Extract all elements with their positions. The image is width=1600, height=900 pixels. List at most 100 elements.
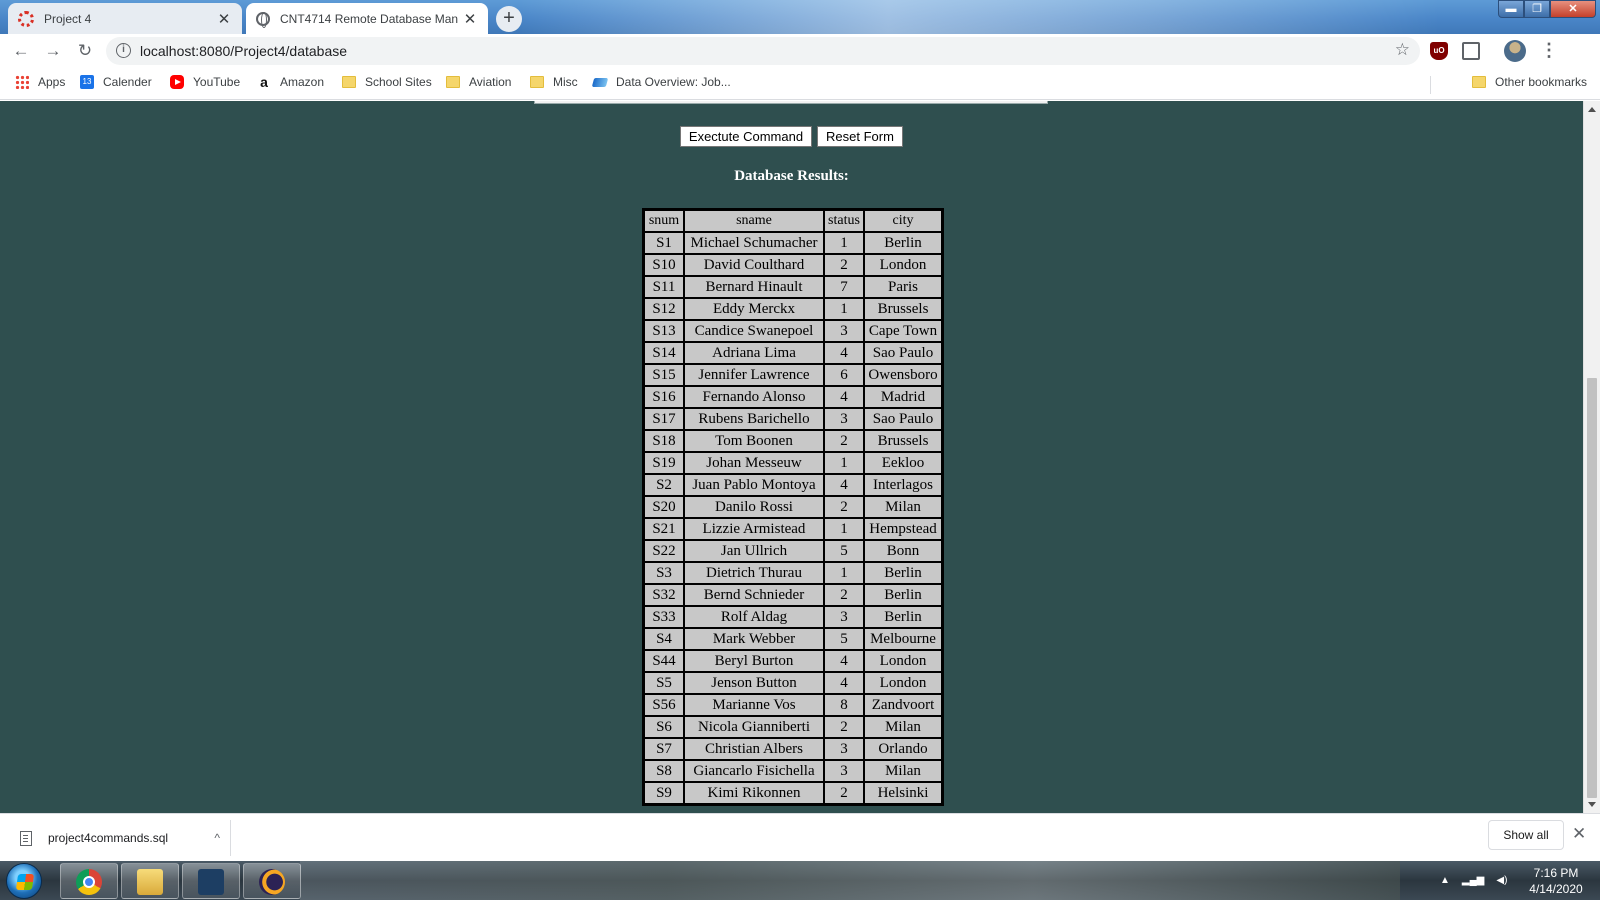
cell-city: London	[864, 650, 942, 672]
cell-sname: Tom Boonen	[684, 430, 824, 452]
cell-city: Berlin	[864, 606, 942, 628]
cell-city: Interlagos	[864, 474, 942, 496]
cell-snum: S13	[644, 320, 684, 342]
cell-city: Bonn	[864, 540, 942, 562]
cell-status: 4	[824, 342, 864, 364]
bookmark-calender[interactable]: 13 Calender	[80, 75, 152, 89]
download-item[interactable]: project4commands.sql ^	[10, 820, 230, 856]
cell-snum: S22	[644, 540, 684, 562]
cast-icon[interactable]	[1462, 42, 1480, 60]
back-button[interactable]: ←	[9, 39, 33, 63]
bookmark-star-icon[interactable]: ☆	[1395, 40, 1410, 60]
table-row: S21 Lizzie Armistead 1 Hempstead	[644, 518, 942, 540]
address-bar[interactable]: i localhost:8080/Project4/database ☆	[106, 37, 1420, 65]
cell-city: London	[864, 254, 942, 276]
ublock-extension-icon[interactable]: uO	[1430, 42, 1448, 60]
show-all-button[interactable]: Show all	[1488, 820, 1564, 850]
maximize-button[interactable]: ❐	[1524, 0, 1550, 18]
reset-form-button[interactable]: Reset Form	[817, 126, 903, 147]
bookmark-youtube[interactable]: YouTube	[170, 75, 240, 89]
volume-icon[interactable]: ◀)	[1496, 875, 1507, 886]
bookmark-school-sites[interactable]: School Sites	[342, 75, 432, 89]
taskbar-file-explorer[interactable]	[121, 863, 179, 899]
cell-status: 8	[824, 694, 864, 716]
cell-sname: Juan Pablo Montoya	[684, 474, 824, 496]
chevron-up-icon[interactable]: ^	[214, 831, 220, 845]
bookmark-apps[interactable]: Apps	[15, 75, 65, 89]
table-row: S16 Fernando Alonso 4 Madrid	[644, 386, 942, 408]
taskbar-background	[300, 861, 1400, 900]
reload-button[interactable]: ↻	[73, 39, 97, 63]
sql-command-textarea[interactable]	[534, 101, 1048, 104]
show-hidden-icons-icon[interactable]: ▲	[1440, 875, 1450, 886]
scrollbar-thumb[interactable]	[1587, 378, 1597, 798]
apps-icon	[15, 75, 29, 89]
clock[interactable]: 7:16 PM 4/14/2020	[1520, 865, 1592, 897]
cell-sname: Lizzie Armistead	[684, 518, 824, 540]
cell-snum: S3	[644, 562, 684, 584]
cell-status: 1	[824, 298, 864, 320]
cell-status: 2	[824, 584, 864, 606]
cell-status: 3	[824, 760, 864, 782]
cell-city: Orlando	[864, 738, 942, 760]
table-row: S5 Jenson Button 4 London	[644, 672, 942, 694]
cell-city: Sao Paulo	[864, 408, 942, 430]
sap-icon	[591, 77, 609, 87]
cell-city: Berlin	[864, 584, 942, 606]
forward-arrow-icon: →	[44, 41, 62, 60]
chrome-menu-icon[interactable]: ⋮	[1540, 40, 1558, 61]
scroll-up-arrow-icon[interactable]	[1588, 107, 1596, 112]
bookmark-misc[interactable]: Misc	[530, 75, 578, 89]
tab-close-icon[interactable]: ✕	[216, 10, 232, 28]
cell-snum: S32	[644, 584, 684, 606]
folder-icon	[446, 76, 460, 88]
cell-status: 5	[824, 540, 864, 562]
taskbar-chrome[interactable]	[60, 863, 118, 899]
forward-button[interactable]: →	[41, 39, 65, 63]
url-text[interactable]: localhost:8080/Project4/database	[140, 43, 347, 59]
column-header-status: status	[824, 210, 864, 232]
bookmark-amazon[interactable]: a Amazon	[257, 75, 324, 89]
close-shelf-icon[interactable]: ✕	[1572, 824, 1586, 844]
tab-project4[interactable]: Project 4 ✕	[8, 3, 242, 34]
cell-sname: Jennifer Lawrence	[684, 364, 824, 386]
taskbar-eclipse[interactable]	[243, 863, 301, 899]
start-button[interactable]	[6, 863, 42, 899]
table-row: S44 Beryl Burton 4 London	[644, 650, 942, 672]
cell-snum: S11	[644, 276, 684, 298]
cell-city: Madrid	[864, 386, 942, 408]
minimize-button[interactable]: ▬	[1498, 0, 1524, 18]
bookmark-aviation[interactable]: Aviation	[446, 75, 511, 89]
cell-snum: S10	[644, 254, 684, 276]
table-row: S20 Danilo Rossi 2 Milan	[644, 496, 942, 518]
taskbar-mysql-workbench[interactable]	[182, 863, 240, 899]
vertical-scrollbar[interactable]	[1583, 101, 1600, 813]
cell-snum: S12	[644, 298, 684, 320]
bookmark-data-overview[interactable]: Data Overview: Job...	[591, 75, 731, 89]
close-window-button[interactable]: ✕	[1550, 0, 1596, 18]
network-signal-icon[interactable]: ▂▄▆	[1462, 875, 1484, 886]
cell-sname: Fernando Alonso	[684, 386, 824, 408]
windows-logo-icon	[15, 874, 35, 890]
cell-city: Brussels	[864, 430, 942, 452]
bookmark-other[interactable]: Other bookmarks	[1472, 75, 1587, 89]
bookmarks-divider	[1430, 76, 1431, 94]
tab-remote-database[interactable]: CNT4714 Remote Database Man ✕	[246, 3, 488, 34]
site-info-icon[interactable]: i	[116, 43, 131, 58]
cell-sname: Jenson Button	[684, 672, 824, 694]
tab-close-icon[interactable]: ✕	[462, 10, 478, 28]
bookmark-label: Calender	[103, 75, 152, 89]
folder-icon	[1472, 76, 1486, 88]
profile-avatar[interactable]	[1504, 40, 1526, 62]
cell-sname: Mark Webber	[684, 628, 824, 650]
cell-sname: Michael Schumacher	[684, 232, 824, 254]
execute-command-button[interactable]: Exectute Command	[680, 126, 812, 147]
table-body: S1 Michael Schumacher 1 Berlin S10 David Coul…	[644, 232, 942, 804]
new-tab-button[interactable]: +	[496, 6, 522, 32]
cell-city: Berlin	[864, 232, 942, 254]
cell-status: 1	[824, 232, 864, 254]
system-tray: ▲ ▂▄▆ ◀)	[1440, 861, 1519, 900]
scroll-down-arrow-icon[interactable]	[1588, 802, 1596, 807]
loading-spinner-icon	[18, 10, 34, 27]
table-row: S15 Jennifer Lawrence 6 Owensboro	[644, 364, 942, 386]
